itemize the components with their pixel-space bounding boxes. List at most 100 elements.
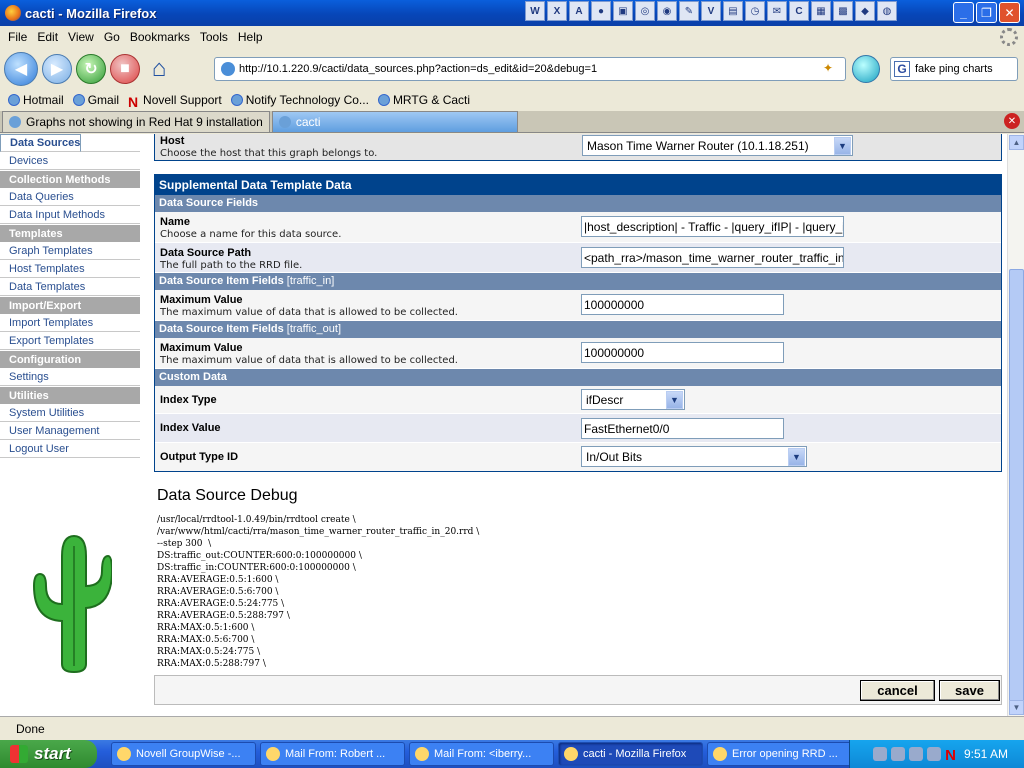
quicklaunch-excel-icon[interactable]: X (547, 1, 567, 21)
quicklaunch-app-icon[interactable]: ◍ (877, 1, 897, 21)
quicklaunch-app-icon[interactable]: ▣ (613, 1, 633, 21)
sidebar-item-settings[interactable]: Settings (0, 368, 140, 386)
menu-go[interactable]: Go (104, 30, 120, 44)
taskbar-item-mail-robert[interactable]: Mail From: Robert ... (260, 742, 405, 766)
chevron-down-icon[interactable]: ▼ (788, 448, 805, 466)
cancel-button[interactable]: cancel (860, 680, 935, 701)
bookmark-mrtg-cacti[interactable]: MRTG & Cacti (377, 93, 470, 107)
menu-tools[interactable]: Tools (200, 30, 228, 44)
bookmark-icon (377, 94, 390, 106)
save-button[interactable]: save (939, 680, 1000, 701)
home-button[interactable]: ⌂ (144, 54, 174, 84)
max-value-out-input[interactable]: 100000000 (581, 342, 784, 363)
quicklaunch-app-icon[interactable]: C (789, 1, 809, 21)
sidebar-item-data-sources[interactable]: Data Sources (0, 134, 82, 152)
tab-graphs-not-showing[interactable]: Graphs not showing in Red Hat 9 installa… (2, 111, 270, 132)
sidebar-item-logout-user[interactable]: Logout User (0, 440, 140, 458)
name-input[interactable]: |host_description| - Traffic - |query_if… (581, 216, 844, 237)
sidebar-item-user-management[interactable]: User Management (0, 422, 140, 440)
index-value-input[interactable]: FastEthernet0/0 (581, 418, 784, 439)
quicklaunch-acrobat-icon[interactable]: A (569, 1, 589, 21)
path-input[interactable]: <path_rra>/mason_time_warner_router_traf… (581, 247, 844, 268)
sidebar-item-data-queries[interactable]: Data Queries (0, 188, 140, 206)
host-select[interactable]: Mason Time Warner Router (10.1.18.251) ▼ (582, 135, 853, 156)
sidebar-item-data-input-methods[interactable]: Data Input Methods (0, 206, 140, 224)
scroll-thumb[interactable] (1009, 269, 1024, 709)
quicklaunch-app-icon[interactable]: ✉ (767, 1, 787, 21)
sidebar-item-data-templates[interactable]: Data Templates (0, 278, 140, 296)
bookmark-gmail[interactable]: Gmail (72, 93, 119, 107)
sidebar-item-host-templates[interactable]: Host Templates (0, 260, 140, 278)
quicklaunch-app-icon[interactable]: ▩ (833, 1, 853, 21)
reload-button[interactable]: ↻ (76, 54, 106, 84)
output-type-select[interactable]: In/Out Bits ▼ (581, 446, 807, 467)
start-button[interactable]: start (0, 740, 97, 768)
system-tray: N 9:51 AM (849, 740, 1024, 768)
row-label: Index Value (160, 422, 221, 434)
url-bar[interactable]: http://10.1.220.9/cacti/data_sources.php… (214, 57, 846, 81)
chevron-down-icon[interactable]: ▼ (666, 391, 683, 409)
max-desc: The maximum value of data that is allowe… (160, 307, 458, 318)
quicklaunch-app-icon[interactable]: V (701, 1, 721, 21)
quicklaunch-app-icon[interactable]: ▤ (723, 1, 743, 21)
bookmark-hotmail[interactable]: Hotmail (8, 93, 64, 107)
sidebar-item-export-templates[interactable]: Export Templates (0, 332, 140, 350)
taskbar-item-firefox[interactable]: cacti - Mozilla Firefox (558, 742, 703, 766)
tray-volume-icon[interactable] (909, 747, 924, 761)
tray-phone-icon[interactable] (927, 747, 942, 761)
sidebar-item-system-utilities[interactable]: System Utilities (0, 404, 140, 422)
menu-view[interactable]: View (68, 30, 94, 44)
tray-arrow-icon[interactable] (873, 747, 888, 761)
close-button[interactable]: ✕ (999, 2, 1020, 23)
tab-cacti[interactable]: cacti (271, 111, 518, 132)
search-engine-icon[interactable]: G (894, 61, 910, 77)
quicklaunch-word-icon[interactable]: W (525, 1, 545, 21)
custom-data-header: Custom Data (155, 369, 1001, 386)
taskbar-item-error-rrd[interactable]: Error opening RRD ... (707, 742, 852, 766)
tray-network-icon[interactable] (891, 747, 906, 761)
forward-button[interactable]: ▶ (42, 54, 72, 84)
sidebar-item-devices[interactable]: Devices (0, 152, 140, 170)
scroll-down-arrow-icon[interactable]: ▼ (1009, 700, 1024, 715)
page-content: Data Sources--- RRAsDevicesCollection Me… (0, 134, 1024, 716)
quicklaunch-app-icon[interactable]: ◷ (745, 1, 765, 21)
taskbar-item-groupwise[interactable]: Novell GroupWise -... (111, 742, 256, 766)
bookmark-novell-support[interactable]: N Novell Support (128, 93, 222, 110)
max-value-in-input[interactable]: 100000000 (581, 294, 784, 315)
search-box[interactable]: G fake ping charts (890, 57, 1018, 81)
sidebar-section-import-export: Import/Export (0, 296, 140, 314)
vertical-scrollbar[interactable]: ▲ ▼ (1007, 134, 1024, 716)
menu-help[interactable]: Help (238, 30, 263, 44)
menu-bookmarks[interactable]: Bookmarks (130, 30, 190, 44)
quicklaunch-app-icon[interactable]: ▦ (811, 1, 831, 21)
quicklaunch-app-icon[interactable]: ◉ (657, 1, 677, 21)
close-tab-icon[interactable]: ✕ (1004, 113, 1020, 129)
scroll-up-arrow-icon[interactable]: ▲ (1009, 135, 1024, 150)
sidebar-item-import-templates[interactable]: Import Templates (0, 314, 140, 332)
bookmark-notify[interactable]: Notify Technology Co... (230, 93, 369, 107)
quicklaunch-app-icon[interactable]: ◆ (855, 1, 875, 21)
quick-launch: W X A ● ▣ ◎ ◉ ✎ V ▤ ◷ ✉ C ▦ ▩ ◆ ◍ (525, 1, 897, 21)
index-type-select[interactable]: ifDescr ▼ (581, 389, 685, 410)
quicklaunch-app-icon[interactable]: ◎ (635, 1, 655, 21)
quicklaunch-app-icon[interactable]: ● (591, 1, 611, 21)
go-button[interactable] (852, 55, 880, 83)
quicklaunch-app-icon[interactable]: ✎ (679, 1, 699, 21)
menu-edit[interactable]: Edit (37, 30, 58, 44)
maximize-button[interactable]: ❐ (976, 2, 997, 23)
tray-novell-icon[interactable]: N (945, 747, 956, 764)
bookmark-icon (72, 94, 85, 106)
header-text: Data Source Fields (159, 197, 259, 209)
menu-file[interactable]: File (8, 30, 27, 44)
taskbar-item-mail-iberry[interactable]: Mail From: <iberry... (409, 742, 554, 766)
tab-label: Graphs not showing in Red Hat 9 installa… (26, 115, 263, 129)
mail-icon (415, 747, 429, 761)
stop-button[interactable]: ■ (110, 54, 140, 84)
chevron-down-icon[interactable]: ▼ (834, 137, 851, 155)
minimize-button[interactable]: _ (953, 2, 974, 23)
sidebar-item-graph-templates[interactable]: Graph Templates (0, 242, 140, 260)
debug-title: Data Source Debug (157, 487, 298, 504)
bookmark-star-icon[interactable]: ✦ (823, 61, 839, 77)
back-button[interactable]: ◀ (4, 52, 38, 86)
search-input[interactable]: fake ping charts (915, 63, 993, 75)
